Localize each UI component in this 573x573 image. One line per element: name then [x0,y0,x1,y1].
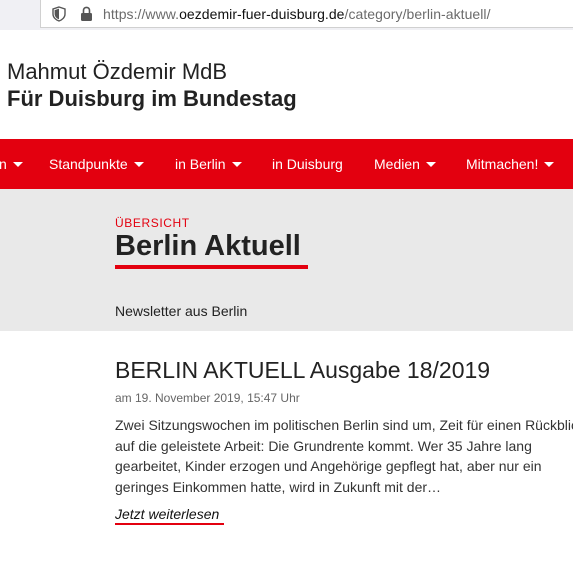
read-more-underline [115,523,224,525]
chevron-down-icon [12,162,23,167]
main-navigation: n Standpunkte in Berlin in Duisburg Medi… [0,139,573,189]
url-text[interactable]: https://www.oezdemir-fuer-duisburg.de/ca… [103,6,491,22]
nav-item-in-berlin[interactable]: in Berlin [175,156,242,172]
read-more-link[interactable]: Jetzt weiterlesen [115,506,219,522]
site-subtitle[interactable]: Für Duisburg im Bundestag [7,86,297,112]
browser-toolbar: https://www.oezdemir-fuer-duisburg.de/ca… [0,0,573,30]
chevron-down-icon [231,162,242,167]
category-description: Newsletter aus Berlin [115,303,248,319]
url-path: /category/berlin-aktuell/ [344,6,491,22]
url-host: oezdemir-fuer-duisburg.de [179,6,345,22]
nav-item-mitmachen[interactable]: Mitmachen! [466,156,555,172]
nav-item-label: in Berlin [175,156,226,172]
nav-item-label: n [0,156,7,172]
nav-item-in-duisburg[interactable]: in Duisburg [272,156,343,172]
site-title[interactable]: Mahmut Özdemir MdB [7,59,227,85]
chevron-down-icon [133,162,144,167]
article-date: am 19. November 2019, 15:47 Uhr [115,391,300,405]
article-excerpt: Zwei Sitzungswochen im politischen Berli… [115,417,573,495]
nav-item-label: Medien [374,156,420,172]
title-underline [115,265,308,269]
nav-item-label: Mitmachen! [466,156,539,172]
nav-item-label: in Duisburg [272,156,343,172]
chevron-down-icon [544,162,555,167]
lock-icon[interactable] [80,6,93,22]
chevron-down-icon [425,162,436,167]
nav-item-standpunkte[interactable]: Standpunkte [49,156,144,172]
nav-item-partial[interactable]: n [0,156,23,172]
category-header: ÜBERSICHT Berlin Aktuell Newsletter aus … [0,189,573,331]
tracking-protection-shield-icon[interactable] [52,6,66,22]
category-kicker: ÜBERSICHT [115,216,190,230]
article-title-link[interactable]: BERLIN AKTUELL Ausgabe 18/2019 [115,357,490,384]
nav-item-label: Standpunkte [49,156,128,172]
nav-item-medien[interactable]: Medien [374,156,436,172]
page-title: Berlin Aktuell [115,230,301,262]
url-prefix: https://www. [103,6,180,22]
